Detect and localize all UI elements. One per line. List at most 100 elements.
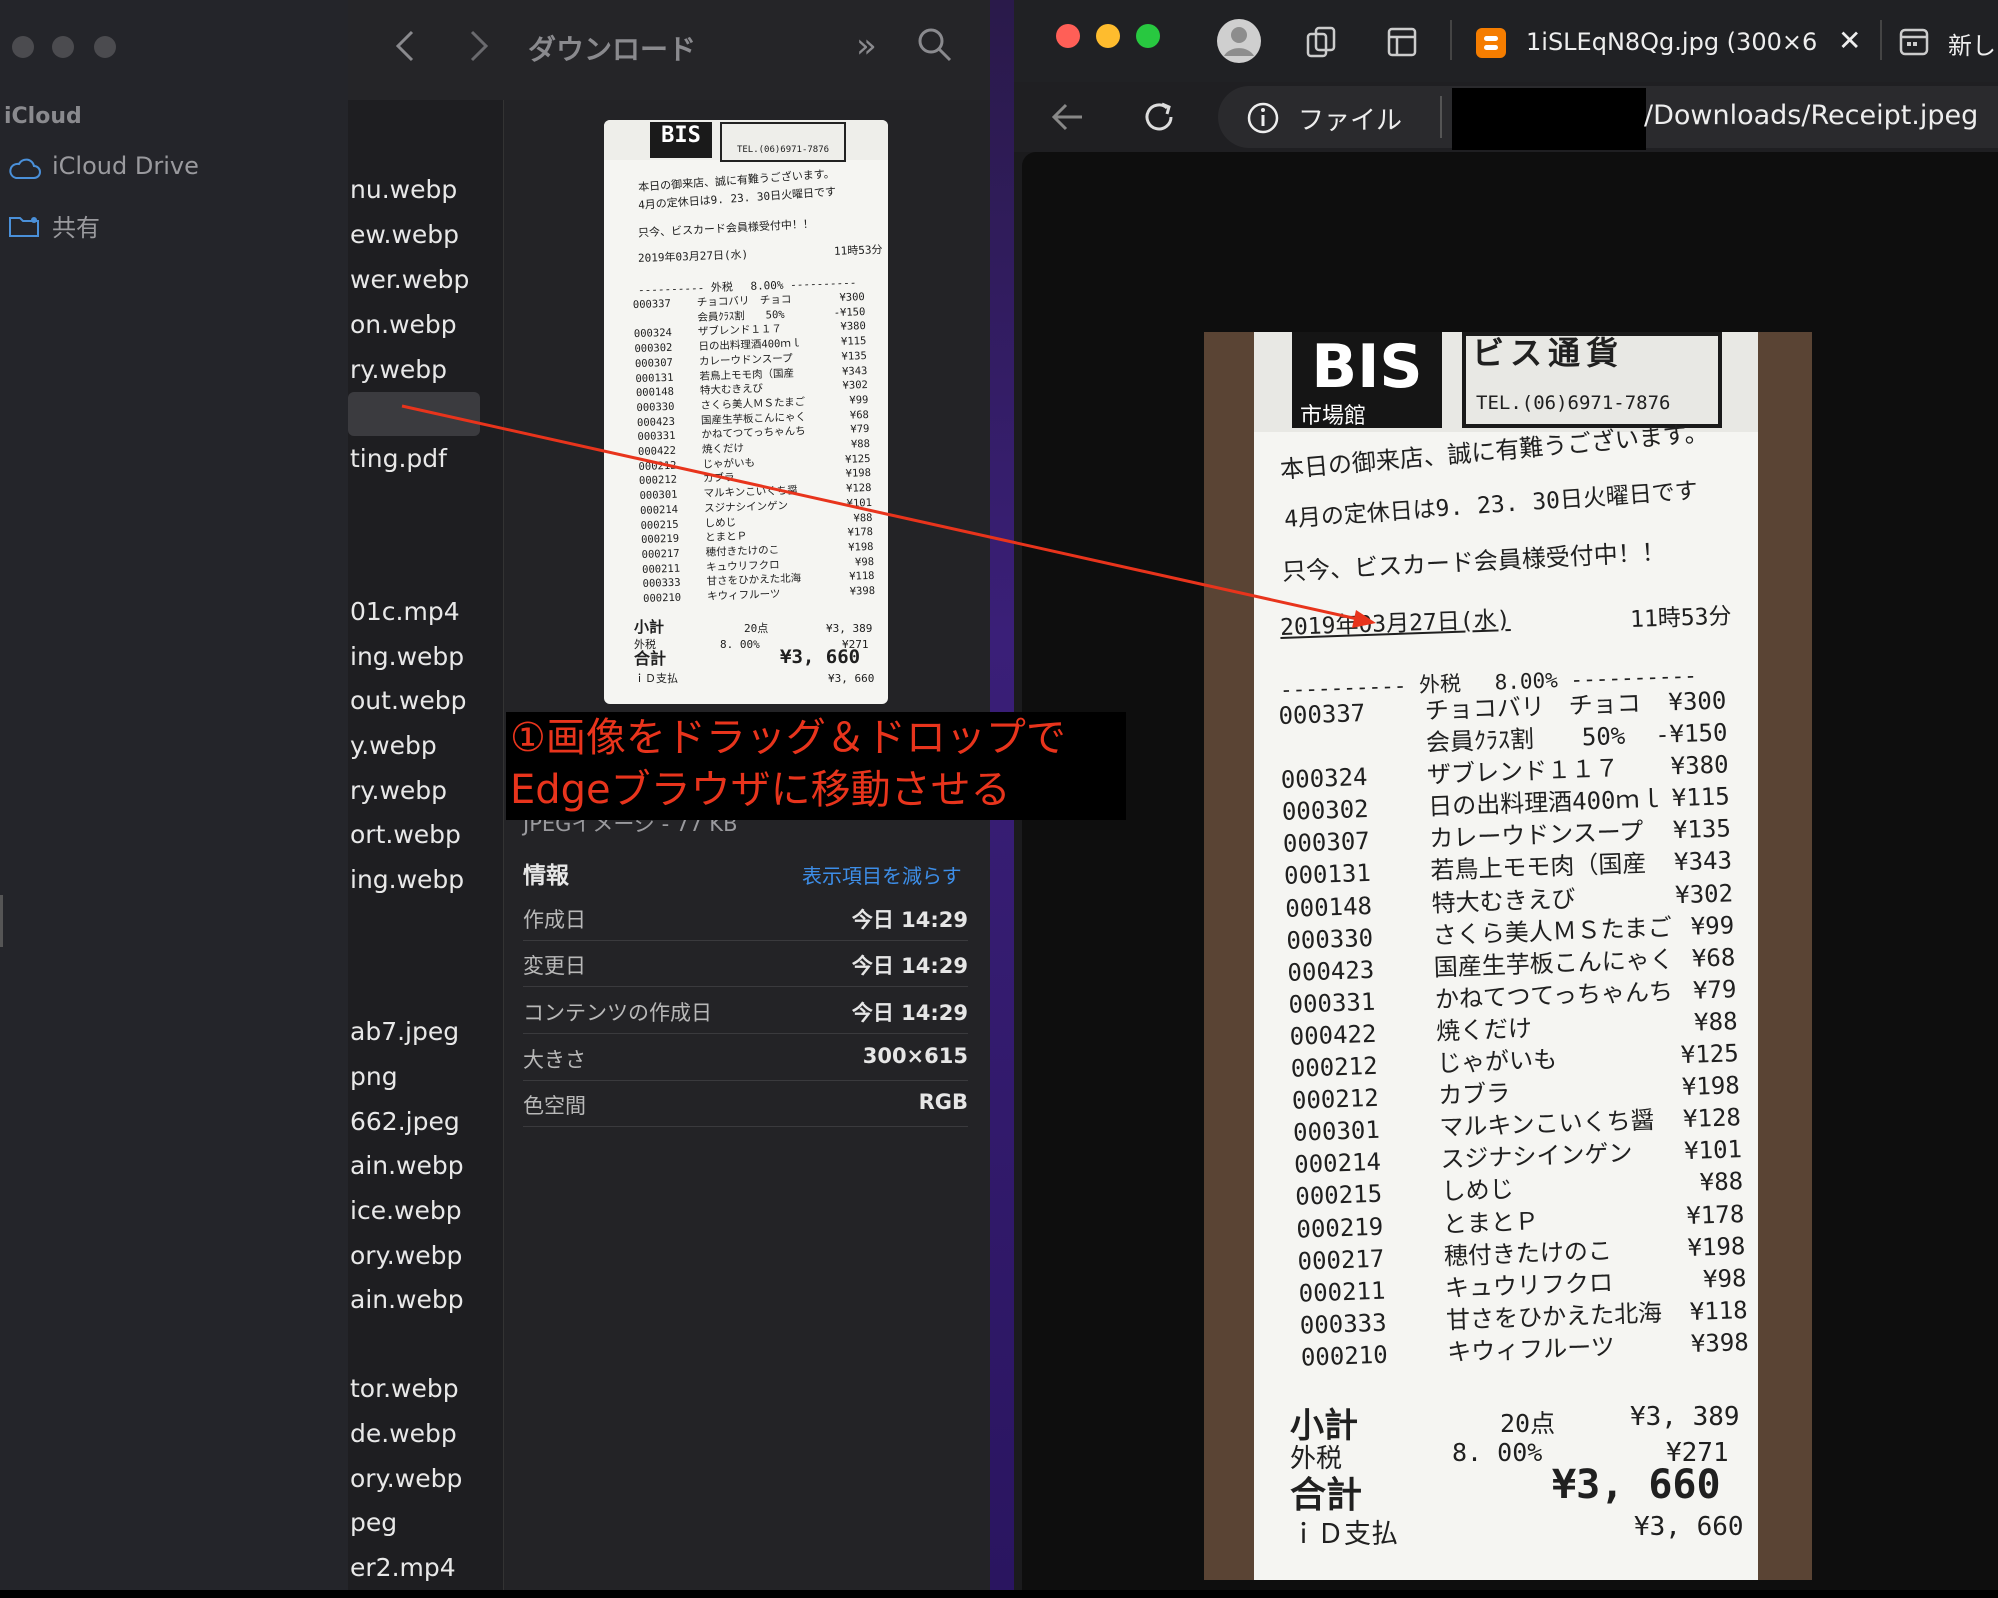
receipt-item-code: 000422 (1289, 1019, 1377, 1051)
back-chevron-icon[interactable] (392, 28, 420, 64)
receipt-store-name: ビス通貨 (1472, 334, 1625, 372)
minimize-window-button[interactable] (52, 36, 74, 58)
file-item[interactable]: de.webp (350, 1419, 457, 1448)
file-item[interactable]: ting.pdf (350, 444, 447, 473)
receipt-item-list-large: 000337 チョコバリ チョコ ¥300 会員ｸﾗｽ割 50% -¥150 000324… (1278, 684, 1749, 1373)
receipt-item-code: 000210 (1300, 1340, 1389, 1372)
receipt-item-code: 000330 (1285, 923, 1374, 955)
collections-icon[interactable] (1304, 24, 1340, 60)
browser-tab-bar: 1iSLEqN8Qg.jpg (300×61 ✕ 新し (1014, 0, 1998, 82)
refresh-icon[interactable] (1140, 98, 1178, 136)
file-item[interactable]: 662.jpeg (350, 1107, 460, 1136)
receipt-item-price: ¥68 (849, 408, 870, 422)
redacted-path-block (1452, 88, 1646, 150)
info-value: RGB (918, 1090, 968, 1114)
receipt-item-code: 000307 (1282, 827, 1371, 859)
tab-receipt-image[interactable]: 1iSLEqN8Qg.jpg (300×61 ✕ (1468, 14, 1880, 72)
file-item[interactable]: ain.webp (350, 1151, 464, 1180)
file-item[interactable]: ice.webp (350, 1196, 462, 1225)
zoom-window-button[interactable] (1136, 24, 1160, 48)
receipt-item-price: ¥198 (845, 467, 872, 481)
info-row-color-space: 色空間 RGB (523, 1080, 968, 1127)
file-item[interactable]: ory.webp (350, 1241, 462, 1270)
file-item[interactable]: y.webp (350, 731, 437, 760)
browser-toolbar: ファイル /Downloads/Receipt.jpeg (1014, 82, 1998, 152)
receipt-subtotal-value: ¥3, 389 (826, 622, 873, 635)
receipt-member-large: 只今、ビスカード会員様受付中！！ (1281, 537, 1667, 586)
receipt-store-sub: 市場館 (1300, 404, 1367, 429)
file-item[interactable]: ry.webp (350, 776, 447, 805)
file-item[interactable]: peg (350, 1508, 397, 1537)
file-item-selected[interactable] (348, 392, 480, 436)
file-item[interactable]: ory.webp (350, 1464, 462, 1493)
file-item[interactable]: on.webp (350, 310, 457, 339)
zoom-window-button[interactable] (94, 36, 116, 58)
file-item[interactable]: ing.webp (350, 865, 464, 894)
info-icon[interactable] (1246, 101, 1280, 135)
close-tab-icon[interactable]: ✕ (1838, 24, 1861, 57)
info-label: 色空間 (523, 1094, 586, 1118)
receipt-item-code: 000333 (1299, 1308, 1387, 1340)
file-item[interactable]: ing.webp (350, 642, 464, 671)
tab-separator (1450, 20, 1452, 60)
close-window-button[interactable] (1056, 24, 1080, 48)
receipt-item-price: ¥101 (846, 496, 873, 510)
forward-chevron-icon[interactable] (464, 28, 492, 64)
file-item[interactable]: 01c.mp4 (350, 597, 460, 626)
receipt-item-code: 000214 (1293, 1148, 1382, 1180)
receipt-subtotal-count-large: 20点 (1500, 1409, 1556, 1438)
new-tab-label[interactable]: 新し (1948, 26, 1996, 61)
minimize-window-button[interactable] (1096, 24, 1120, 48)
info-label: 作成日 (523, 908, 586, 932)
receipt-item-price: -¥150 (833, 305, 866, 319)
tab-separator (1880, 20, 1882, 60)
receipt-pay-label: ｉＤ支払 (634, 672, 678, 685)
file-item[interactable]: ort.webp (350, 820, 461, 849)
close-window-button[interactable] (12, 36, 34, 58)
address-bar[interactable]: ファイル /Downloads/Receipt.jpeg (1218, 86, 1998, 150)
receipt-item-price: ¥198 (1687, 1231, 1746, 1262)
new-tab-page-icon[interactable] (1898, 26, 1930, 58)
receipt-item-price: ¥128 (845, 482, 872, 495)
receipt-item-code: 000301 (1292, 1115, 1381, 1147)
vertical-tabs-icon[interactable] (1386, 26, 1418, 58)
file-item[interactable]: ain.webp (350, 1285, 464, 1314)
annotation-line-1: ①画像をドラッグ＆ドロップで (510, 715, 1066, 761)
show-less-link[interactable]: 表示項目を減らす (802, 860, 962, 889)
file-item[interactable]: png (350, 1062, 398, 1091)
more-toolbar-icon[interactable]: » (856, 26, 877, 66)
receipt-item-price: ¥88 (1699, 1167, 1744, 1197)
receipt-item-code: 000217 (1297, 1244, 1385, 1276)
cloud-icon (9, 158, 41, 179)
receipt-item-code: 000131 (1283, 859, 1372, 891)
receipt-total-label-large: 合計 (1290, 1475, 1363, 1516)
receipt-item-code: 000212 (1290, 1051, 1379, 1083)
profile-avatar-icon[interactable] (1216, 18, 1262, 64)
back-arrow-icon[interactable] (1050, 100, 1086, 134)
receipt-item-price: ¥398 (1690, 1327, 1750, 1358)
file-item[interactable]: ry.webp (350, 355, 447, 384)
receipt-date-large: 2019年03月27日(水) (1279, 606, 1511, 641)
file-item[interactable]: ew.webp (350, 220, 459, 249)
file-item[interactable]: wer.webp (350, 265, 469, 294)
receipt-item-price: ¥88 (853, 511, 873, 525)
receipt-item-price: ¥88 (1693, 1007, 1738, 1037)
file-item[interactable]: nu.webp (350, 175, 457, 204)
sidebar-item-icloud-drive[interactable]: iCloud Drive (8, 152, 328, 188)
receipt-item-price: ¥79 (850, 423, 870, 436)
shared-folder-icon (9, 217, 39, 237)
file-item[interactable]: er2.mp4 (350, 1553, 456, 1582)
search-icon[interactable] (916, 26, 954, 64)
receipt-image[interactable]: BIS 市場館 ビス通貨 TEL.(06)6971-7876 本日の御来店、誠に… (1254, 332, 1758, 1580)
file-item[interactable]: out.webp (350, 686, 466, 715)
sidebar-item-shared[interactable]: 共有 (8, 208, 328, 244)
receipt-item-code: 000211 (1298, 1276, 1386, 1308)
file-item[interactable]: ab7.jpeg (350, 1017, 459, 1046)
annotation-text: ①画像をドラッグ＆ドロップで Edgeブラウザに移動させる (510, 712, 1066, 816)
receipt-item-price: ¥125 (844, 452, 871, 466)
file-item[interactable]: tor.webp (350, 1374, 459, 1403)
preview-thumbnail-receipt[interactable]: BIS TEL.(06)6971-7876 本日の御来店、誠に有難うございます。… (604, 120, 888, 704)
receipt-item-price: ¥302 (1674, 878, 1734, 909)
info-section-title: 情報 (523, 863, 569, 889)
receipt-tel-large: TEL.(06)6971-7876 (1476, 392, 1671, 414)
